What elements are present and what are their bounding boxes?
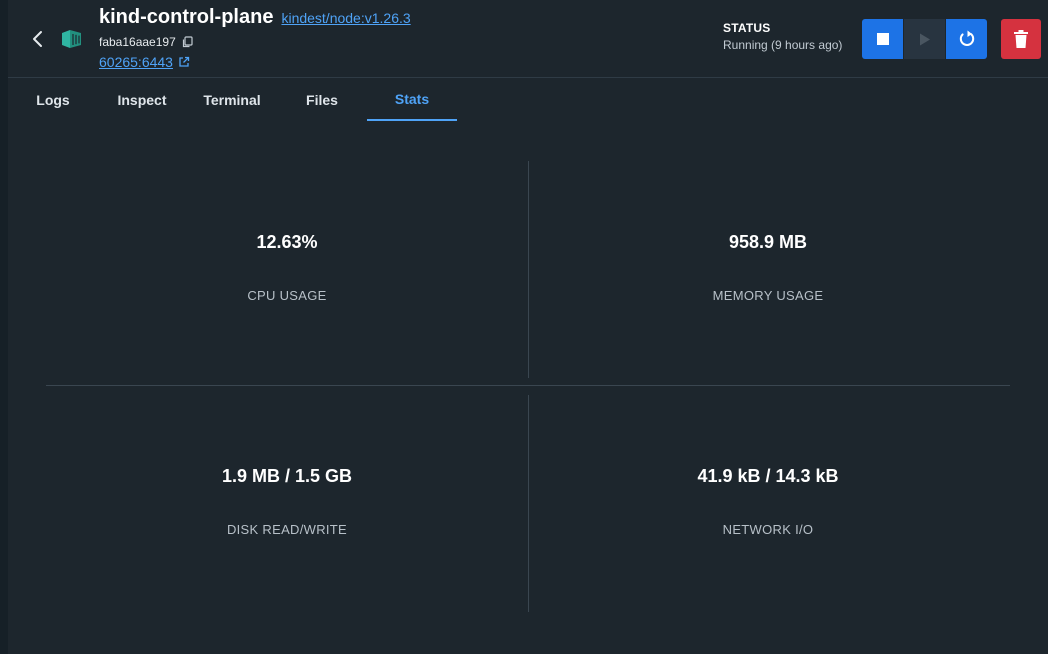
- tab-logs[interactable]: Logs: [8, 79, 98, 121]
- tab-terminal[interactable]: Terminal: [187, 79, 277, 121]
- start-button[interactable]: [904, 19, 945, 59]
- status-value: Running (9 hours ago): [723, 38, 843, 52]
- cpu-usage-value: 12.63%: [256, 232, 318, 252]
- chevron-left-icon: [33, 31, 42, 47]
- horizontal-divider: [46, 385, 1010, 386]
- status-block: STATUS Running (9 hours ago): [723, 21, 842, 52]
- network-io-label: NETWORK I/O: [722, 522, 814, 537]
- vertical-divider-top: [528, 161, 529, 378]
- network-stat: 41.9 kB / 14.3 kB NETWORK I/O: [548, 466, 988, 537]
- tab-bar: Logs Inspect Terminal Files Stats: [8, 79, 1048, 121]
- back-button[interactable]: [26, 27, 50, 51]
- container-id: faba16aae197: [99, 35, 176, 49]
- tab-files[interactable]: Files: [277, 79, 367, 121]
- cpu-usage-label: CPU USAGE: [247, 288, 327, 303]
- container-controls: [862, 19, 987, 59]
- vertical-divider-bottom: [528, 395, 529, 612]
- container-header: kind-control-plane kindest/node:v1.26.3 …: [8, 0, 1048, 78]
- left-edge-strip: [0, 0, 8, 654]
- memory-usage-label: MEMORY USAGE: [712, 288, 824, 303]
- container-id-row: faba16aae197: [99, 35, 193, 49]
- container-title: kind-control-plane: [99, 6, 274, 28]
- stats-panel: 12.63% CPU USAGE 958.9 MB MEMORY USAGE 1…: [8, 121, 1048, 654]
- tab-stats[interactable]: Stats: [367, 79, 457, 121]
- external-link-icon[interactable]: [178, 56, 190, 68]
- play-icon: [919, 33, 930, 45]
- port-link[interactable]: 60265:6443: [99, 54, 173, 70]
- stop-icon: [876, 33, 889, 45]
- disk-rw-label: DISK READ/WRITE: [226, 522, 348, 537]
- restart-button[interactable]: [946, 19, 987, 59]
- container-details-view: kind-control-plane kindest/node:v1.26.3 …: [8, 0, 1048, 654]
- network-io-value: 41.9 kB / 14.3 kB: [697, 466, 839, 486]
- container-icon: [62, 30, 81, 48]
- status-label: STATUS: [723, 21, 771, 35]
- cpu-stat: 12.63% CPU USAGE: [67, 232, 507, 303]
- title-row: kind-control-plane kindest/node:v1.26.3: [99, 6, 411, 29]
- disk-rw-value: 1.9 MB / 1.5 GB: [221, 466, 353, 486]
- tab-inspect[interactable]: Inspect: [97, 79, 187, 121]
- memory-usage-value: 958.9 MB: [728, 232, 808, 252]
- trash-icon: [1014, 30, 1028, 48]
- copy-icon[interactable]: [182, 36, 193, 48]
- memory-stat: 958.9 MB MEMORY USAGE: [548, 232, 988, 303]
- stop-button[interactable]: [862, 19, 903, 59]
- delete-button[interactable]: [1001, 19, 1041, 59]
- image-link[interactable]: kindest/node:v1.26.3: [281, 10, 410, 26]
- port-row: 60265:6443: [99, 54, 190, 70]
- disk-stat: 1.9 MB / 1.5 GB DISK READ/WRITE: [67, 466, 507, 537]
- restart-icon: [959, 30, 974, 46]
